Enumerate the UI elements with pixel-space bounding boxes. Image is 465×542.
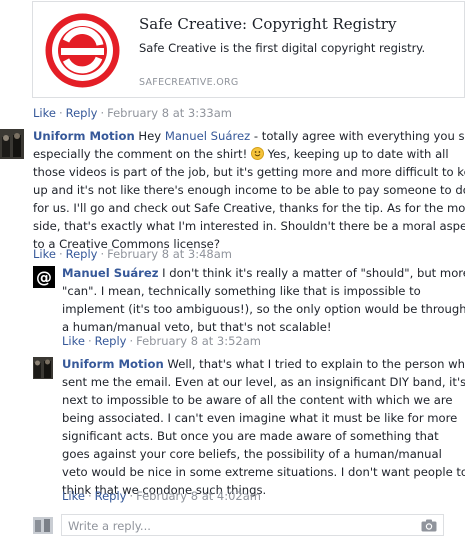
comment-text: for us. I'll go and check out Safe Creat… [33,201,465,215]
separator: · [129,489,134,503]
timestamp[interactable]: February 8 at 3:48am [107,247,232,261]
comment-text: I don't think it's really a matter of "s… [158,266,465,280]
link-preview-card[interactable]: Safe Creative: Copyright Registry Safe C… [32,1,465,98]
timestamp[interactable]: February 8 at 4:02am [136,489,261,503]
reply-link[interactable]: Reply [66,247,98,261]
comment-text: sent me the email. Even at our level, as… [62,375,465,389]
comment-text: Yes, keeping up to date with all [263,147,449,161]
post-actions: Like · Reply · February 8 at 3:33am [33,106,232,120]
separator: · [58,247,63,261]
reply-input[interactable] [68,518,408,533]
comment-text: Well, that's what I tried to explain to … [163,357,465,371]
safe-creative-logo [35,8,130,93]
comment-text: Hey [138,129,165,143]
comment-3: Uniform Motion Well, that's what I tried… [62,355,465,499]
avatar-uniform-motion[interactable] [33,357,53,379]
comment-text: "can". I mean, technically something lik… [62,284,421,298]
like-link[interactable]: Like [33,247,56,261]
comment-text: goes against your core beliefs, the poss… [62,447,442,461]
separator: · [100,106,105,120]
reply-composer[interactable] [61,514,444,536]
reply-link[interactable]: Reply [95,334,127,348]
comment-author[interactable]: Uniform Motion [33,129,135,143]
comment-3-actions: Like · Reply · February 8 at 4:02am [62,489,261,503]
avatar-manuel-suarez[interactable]: @ [33,266,55,288]
reply-link[interactable]: Reply [66,106,98,120]
comment-1-actions: Like · Reply · February 8 at 3:48am [33,247,232,261]
comment-2-actions: Like · Reply · February 8 at 3:52am [62,334,261,348]
comment-text: side, that's exactly what I'm interested… [33,219,465,233]
comment-author[interactable]: Manuel Suárez [62,266,159,280]
separator: · [87,489,92,503]
link-card-description: Safe Creative is the first digital copyr… [139,41,426,55]
comment-text: veto would be nice in some extreme situa… [62,465,465,479]
reply-link[interactable]: Reply [95,489,127,503]
timestamp[interactable]: February 8 at 3:33am [107,106,232,120]
like-link[interactable]: Like [33,106,56,120]
like-link[interactable]: Like [62,334,85,348]
link-card-title[interactable]: Safe Creative: Copyright Registry [139,15,396,33]
comment-text: - totally agree with everything you say, [250,129,465,143]
mention-link[interactable]: Manuel Suárez [165,129,250,143]
comment-text: implement (it's too ambiguous!), so the … [62,302,465,316]
timestamp[interactable]: February 8 at 3:52am [136,334,261,348]
comment-text: those videos is part of the job, but it'… [33,165,465,179]
smiley-emoji-icon [250,147,264,160]
comment-author[interactable]: Uniform Motion [62,357,164,371]
separator: · [100,247,105,261]
avatar-uniform-motion[interactable] [0,129,24,159]
separator: · [58,106,63,120]
svg-text:@: @ [36,268,52,287]
comment-text: next to impossible to be aware of all th… [62,393,453,407]
current-user-avatar [33,517,53,534]
separator: · [87,334,92,348]
comment-text: especially the comment on the shirt! [33,147,251,161]
link-card-domain: SAFECREATIVE.ORG [139,77,239,88]
comment-text: being associated. I can't even imagine w… [62,411,458,425]
comment-2: Manuel Suárez I don't think it's really … [62,264,465,336]
comment-1: Uniform Motion Hey Manuel Suárez - total… [33,127,465,253]
separator: · [129,334,134,348]
camera-icon[interactable] [421,519,437,532]
comment-text: up and it's not like there's enough inco… [33,183,465,197]
comment-text: significant acts. But once you are made … [62,429,439,443]
like-link[interactable]: Like [62,489,85,503]
